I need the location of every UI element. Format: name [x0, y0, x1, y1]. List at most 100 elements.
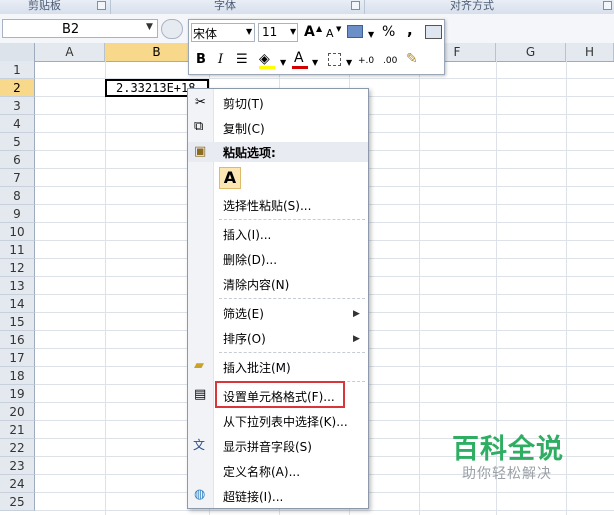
row-header-20[interactable]: 20 [0, 403, 35, 421]
menu-item-paste-options: 粘贴选项: [223, 146, 276, 160]
borders-icon[interactable] [328, 53, 341, 66]
name-box-value: B2 [62, 22, 80, 37]
font-size-value: 11 [262, 25, 278, 39]
paste-options-header [188, 142, 368, 162]
row-header-12[interactable]: 12 [0, 259, 35, 277]
submenu-arrow-icon: ▶ [353, 309, 360, 319]
name-box[interactable] [2, 19, 158, 38]
watermark-title: 百科全说 [452, 434, 564, 465]
column-header-h[interactable]: H [566, 43, 614, 61]
decrease-decimal-button[interactable]: .00 [383, 53, 397, 69]
row-header-8[interactable]: 8 [0, 187, 35, 205]
bold-button[interactable]: B [196, 52, 206, 68]
comma-style-button[interactable]: , [407, 22, 413, 38]
phonetic-icon: 文 [193, 438, 206, 452]
row-header-6[interactable]: 6 [0, 151, 35, 169]
row-header-11[interactable]: 11 [0, 241, 35, 259]
percent-style-button[interactable]: % [382, 24, 395, 40]
chevron-down-icon[interactable]: ▼ [246, 27, 252, 36]
grid-line [419, 61, 420, 515]
row-header-4[interactable]: 4 [0, 115, 35, 133]
row-header-24[interactable]: 24 [0, 475, 35, 493]
menu-item-sort[interactable]: 排序(O) [223, 332, 266, 346]
row-header-21[interactable]: 21 [0, 421, 35, 439]
chevron-down-icon[interactable]: ▼ [346, 55, 352, 71]
watermark-subtitle: 助你轻松解决 [462, 466, 552, 482]
chevron-down-icon[interactable]: ▼ [368, 27, 374, 43]
menu-separator [219, 298, 365, 299]
menu-item-filter[interactable]: 筛选(E) [223, 307, 264, 321]
paste-icon: ▣ [194, 144, 207, 159]
merge-center-icon[interactable] [425, 25, 442, 39]
menu-item-insert[interactable]: 插入(I)... [223, 228, 271, 242]
row-header-19[interactable]: 19 [0, 385, 35, 403]
row-header-18[interactable]: 18 [0, 367, 35, 385]
name-box-dropdown-icon[interactable]: ▼ [146, 22, 153, 32]
select-all-corner[interactable] [0, 43, 35, 61]
hyperlink-icon: ◍ [194, 487, 206, 502]
paste-option-a-button[interactable]: A [219, 167, 241, 189]
column-header-a[interactable]: A [35, 43, 105, 61]
fill-color-icon[interactable]: ◈ [259, 51, 270, 67]
copy-icon: ⧉ [194, 119, 204, 134]
grid-line [35, 510, 614, 511]
chevron-down-icon[interactable]: ▼ [312, 55, 318, 71]
clipboard-launcher-icon[interactable] [97, 1, 106, 10]
menu-item-cut[interactable]: 剪切(T) [223, 97, 264, 111]
format-cells-highlight-box [215, 381, 345, 408]
row-header-17[interactable]: 17 [0, 349, 35, 367]
menu-item-delete[interactable]: 删除(D)... [223, 253, 277, 267]
menu-item-insert-comment[interactable]: 插入批注(M) [223, 361, 291, 375]
format-painter-icon[interactable]: ✎ [406, 51, 418, 67]
row-header-9[interactable]: 9 [0, 205, 35, 223]
shrink-font-button[interactable]: A [326, 26, 334, 42]
row-header-1[interactable]: 1 [0, 61, 35, 79]
column-header-g[interactable]: G [496, 43, 566, 61]
submenu-arrow-icon: ▶ [353, 334, 360, 344]
row-header-7[interactable]: 7 [0, 169, 35, 187]
cell-b2-value: 2.33213E+18 [116, 81, 196, 95]
font-launcher-icon[interactable] [351, 1, 360, 10]
menu-item-show-phonetic[interactable]: 显示拼音字段(S) [223, 440, 312, 454]
menu-item-pick-from-list[interactable]: 从下拉列表中选择(K)... [223, 415, 348, 429]
grow-font-arrow-icon: ▲ [316, 24, 323, 33]
menu-item-copy[interactable]: 复制(C) [223, 122, 265, 136]
grid-line [566, 61, 567, 515]
chevron-down-icon[interactable]: ▼ [280, 55, 286, 71]
ribbon-group-clipboard: 剪贴板 [28, 0, 61, 12]
scissors-icon: ✂ [195, 95, 206, 110]
menu-item-clear-contents[interactable]: 清除内容(N) [223, 278, 289, 292]
grid-line [105, 61, 106, 515]
italic-button[interactable]: I [218, 52, 223, 68]
row-header-2[interactable]: 2 [0, 79, 35, 97]
row-header-25[interactable]: 25 [0, 493, 35, 511]
insert-function-button[interactable] [161, 19, 183, 39]
row-header-23[interactable]: 23 [0, 457, 35, 475]
row-header-22[interactable]: 22 [0, 439, 35, 457]
fill-color-bar [259, 66, 275, 69]
menu-item-paste-special[interactable]: 选择性粘贴(S)... [223, 199, 311, 213]
row-header-13[interactable]: 13 [0, 277, 35, 295]
ribbon-divider [110, 0, 111, 14]
ribbon-bar: 剪贴板 字体 对齐方式 [0, 0, 614, 15]
increase-decimal-button[interactable]: +.0 [358, 53, 374, 69]
row-header-10[interactable]: 10 [0, 223, 35, 241]
alignment-launcher-icon[interactable] [603, 1, 612, 10]
comment-icon: ▰ [194, 358, 204, 373]
menu-separator [219, 219, 365, 220]
row-header-14[interactable]: 14 [0, 295, 35, 313]
number-format-icon[interactable] [347, 25, 363, 38]
center-align-icon[interactable]: ☰ [236, 52, 248, 68]
row-header-15[interactable]: 15 [0, 313, 35, 331]
menu-item-define-name[interactable]: 定义名称(A)... [223, 465, 300, 479]
chevron-down-icon[interactable]: ▼ [290, 27, 296, 36]
font-color-bar [292, 66, 308, 69]
font-color-button[interactable]: A [294, 50, 304, 66]
format-cells-icon: ▤ [194, 387, 207, 402]
row-header-3[interactable]: 3 [0, 97, 35, 115]
grow-font-button[interactable]: A [304, 24, 315, 40]
row-header-5[interactable]: 5 [0, 133, 35, 151]
menu-item-hyperlink[interactable]: 超链接(I)... [223, 490, 283, 504]
row-header-16[interactable]: 16 [0, 331, 35, 349]
ribbon-divider [364, 0, 365, 14]
